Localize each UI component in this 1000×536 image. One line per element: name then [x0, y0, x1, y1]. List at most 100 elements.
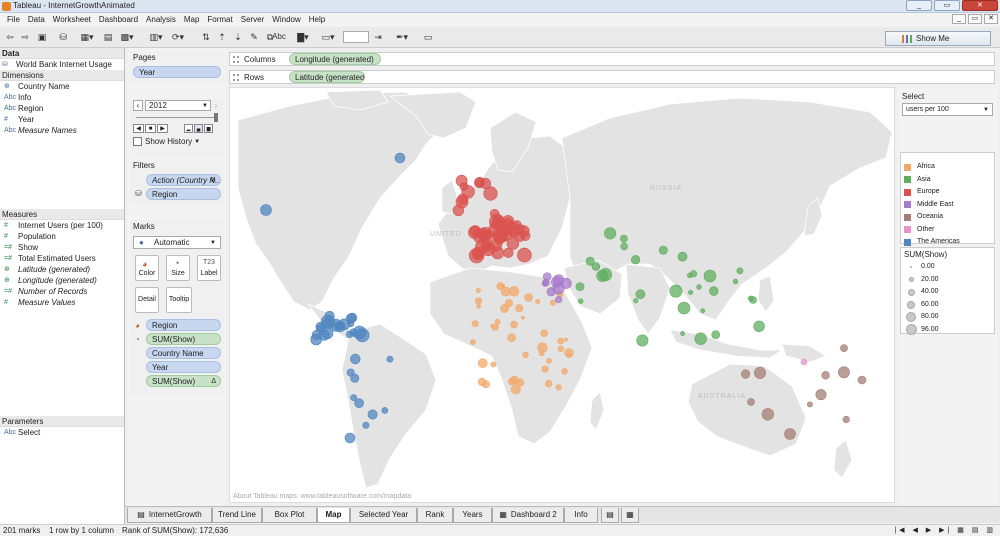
minimize-button[interactable]: _ [906, 0, 932, 11]
color-button[interactable]: ◕ Color [135, 255, 159, 281]
tab-box-plot[interactable]: Box Plot [262, 508, 317, 523]
country-mark[interactable] [507, 377, 516, 386]
tab-years[interactable]: Years [453, 508, 492, 523]
play-forward-button[interactable]: ▶ [157, 124, 168, 133]
country-mark[interactable] [784, 428, 796, 440]
prev-page-button[interactable]: ‹ [133, 100, 143, 111]
pages-pill-year[interactable]: Year [133, 66, 221, 78]
country-mark[interactable] [555, 296, 563, 304]
country-mark[interactable] [696, 284, 702, 290]
select-dropdown[interactable]: users per 100 ▼ [902, 103, 993, 116]
country-mark[interactable] [761, 408, 774, 421]
country-mark[interactable] [636, 334, 649, 347]
country-mark[interactable] [800, 358, 808, 366]
marks-pill[interactable]: Year [146, 361, 221, 373]
dimension-item[interactable]: ⊕ Country Name [0, 81, 124, 92]
country-mark[interactable] [512, 220, 522, 230]
country-mark[interactable] [510, 384, 521, 395]
country-mark[interactable] [633, 298, 639, 304]
country-mark[interactable] [546, 358, 552, 364]
sheet-navigation-icons[interactable]: |◀ ◀ ▶ ▶| ▦ ▤ ▥ [894, 525, 996, 536]
country-mark[interactable] [481, 380, 490, 389]
menu-dashboard[interactable]: Dashboard [95, 13, 142, 26]
tab-map[interactable]: Map [317, 508, 350, 523]
country-mark[interactable] [703, 269, 717, 283]
country-mark[interactable] [557, 337, 564, 345]
country-mark[interactable] [549, 299, 556, 306]
legend-item[interactable]: Middle East [901, 199, 994, 212]
tooltip-button[interactable]: Tooltip [166, 287, 192, 313]
sort-ascending-icon[interactable]: ⇡ [216, 30, 228, 44]
measure-item[interactable]: =# Show [0, 242, 124, 253]
country-mark[interactable] [540, 329, 548, 337]
country-mark[interactable] [677, 251, 688, 262]
marks-pill[interactable]: SUM(Show) [146, 333, 221, 345]
country-mark[interactable] [386, 355, 394, 363]
measure-item[interactable]: # Measure Values [0, 297, 124, 308]
country-mark[interactable] [537, 342, 548, 353]
presentation-icon[interactable]: ▭ [421, 30, 435, 44]
maximize-button[interactable]: ▭ [934, 0, 960, 11]
detail-button[interactable]: Detail [135, 287, 159, 313]
country-mark[interactable] [350, 353, 361, 365]
country-mark[interactable] [522, 351, 529, 358]
country-mark[interactable] [455, 195, 469, 209]
doc-close-button[interactable]: ✕ [984, 14, 998, 24]
tab-rank[interactable]: Rank [417, 508, 453, 523]
marks-pill[interactable]: SUM(Show) Δ [146, 375, 221, 387]
country-mark[interactable] [492, 230, 503, 241]
country-mark[interactable] [747, 398, 755, 406]
dimension-item[interactable]: Abc Measure Names [0, 125, 124, 136]
country-mark[interactable] [566, 353, 572, 358]
country-mark[interactable] [753, 366, 766, 379]
country-mark[interactable] [553, 274, 565, 286]
tab-trend-line[interactable]: Trend Line [212, 508, 262, 523]
country-mark[interactable] [524, 293, 533, 302]
forward-icon[interactable]: ⇨ [19, 30, 31, 44]
doc-restore-button[interactable]: ▭ [968, 14, 982, 24]
datasource-item[interactable]: ⛁ World Bank Internet Usage [0, 59, 124, 70]
menu-file[interactable]: File [3, 13, 24, 26]
country-mark[interactable] [394, 152, 406, 164]
country-mark[interactable] [857, 375, 867, 385]
tab-dashboard-2[interactable]: ▦ Dashboard 2 [492, 508, 564, 523]
country-mark[interactable] [545, 379, 553, 388]
country-mark[interactable] [362, 421, 370, 429]
country-mark[interactable] [689, 270, 698, 278]
country-mark[interactable] [517, 247, 532, 263]
swap-icon[interactable]: ⇅ [200, 30, 212, 44]
marks-pill[interactable]: Region [146, 319, 221, 331]
slider-handle[interactable] [214, 113, 218, 122]
tab-internetgrowth[interactable]: ▤ InternetGrowth [127, 508, 212, 523]
legend-item[interactable]: Europe [901, 186, 994, 199]
show-me-button[interactable]: Show Me [885, 31, 991, 46]
country-mark[interactable] [555, 384, 562, 391]
save-icon[interactable]: ▣ [36, 30, 48, 44]
fit-dropdown[interactable] [343, 31, 369, 43]
menu-window[interactable]: Window [268, 13, 304, 26]
country-mark[interactable] [541, 365, 549, 373]
page-slider[interactable] [136, 113, 218, 122]
country-mark[interactable] [677, 301, 691, 315]
menu-help[interactable]: Help [305, 13, 329, 26]
menu-data[interactable]: Data [24, 13, 49, 26]
pen-icon[interactable]: ✒▾ [392, 30, 412, 44]
country-mark[interactable] [350, 394, 358, 401]
country-mark[interactable] [508, 286, 520, 297]
country-mark[interactable] [260, 204, 272, 216]
fit-width-icon[interactable]: ▭▾ [318, 30, 338, 44]
country-mark[interactable] [470, 339, 476, 345]
measure-item[interactable]: =# Number of Records [0, 286, 124, 297]
measure-item[interactable]: # Internet Users (per 100) [0, 220, 124, 231]
country-mark[interactable] [475, 288, 481, 294]
country-mark[interactable] [489, 208, 500, 219]
show-history-checkbox[interactable] [133, 137, 142, 146]
new-worksheet-tab-icon[interactable]: ▤ [601, 508, 619, 523]
country-mark[interactable] [494, 318, 501, 325]
country-mark[interactable] [578, 298, 584, 304]
dimension-item[interactable]: Abc Region [0, 103, 124, 114]
stop-button[interactable]: ■ [145, 124, 156, 133]
country-mark[interactable] [815, 389, 827, 401]
country-mark[interactable] [740, 369, 751, 379]
page-value-dropdown[interactable]: 2012 ▼ [145, 100, 211, 111]
